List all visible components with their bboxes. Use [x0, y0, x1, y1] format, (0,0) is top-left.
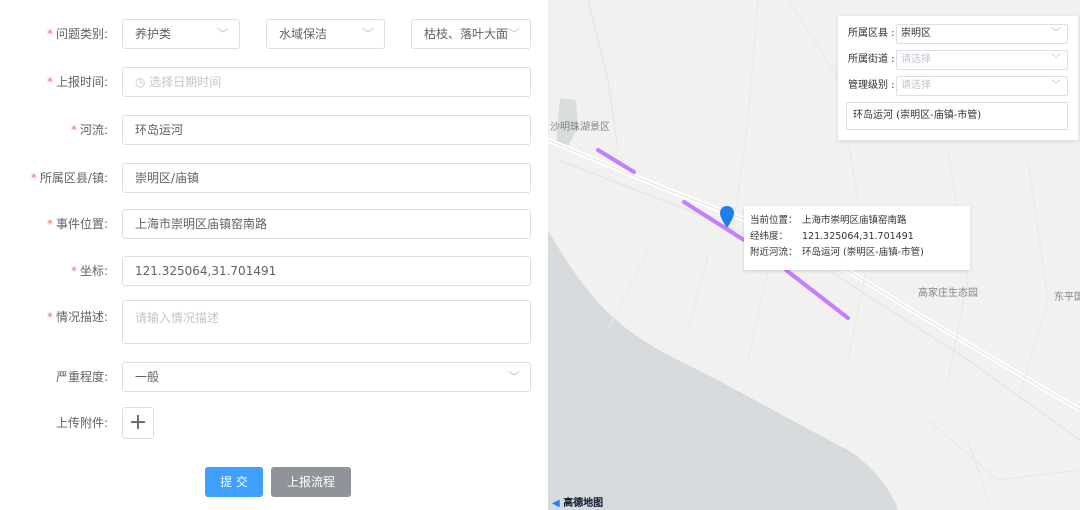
popup-lnglat-label: 经纬度： — [750, 231, 789, 242]
river-label: 河流: — [79, 123, 108, 137]
river-input[interactable]: 环岛运河 — [122, 115, 531, 145]
scenic-label: 沙明珠湖景区 — [550, 122, 610, 133]
street-filter-label: 所属街道 : — [848, 54, 895, 65]
clock-icon: ◷ — [135, 75, 150, 89]
district-row: * 所属区县/镇: 崇明区/庙镇 — [0, 163, 548, 193]
coords-input[interactable]: 121.325064,31.701491 — [122, 256, 531, 286]
location-label: 事件位置: — [55, 217, 108, 231]
location-input[interactable]: 上海市崇明区庙镇窑南路 — [122, 209, 531, 239]
level-filter-label: 管理级别 : — [848, 80, 895, 91]
district-input[interactable]: 崇明区/庙镇 — [122, 163, 531, 193]
chevron-down-icon: ﹀ — [507, 27, 520, 41]
map-filter-panel: 所属区县 : 崇明区 ﹀ 所属街道 : 请选择 ﹀ 管理级别 : 请选择 ﹀ 环岛运河… — [838, 16, 1078, 140]
road — [967, 439, 989, 501]
upload-button[interactable]: + — [122, 407, 154, 439]
road — [607, 249, 649, 331]
road — [687, 254, 709, 331]
attachment-row: 上传附件: — [0, 408, 548, 438]
attachment-label: 上传附件: — [55, 416, 108, 430]
popup-river-label: 附近河流： — [750, 247, 798, 258]
river-result-item[interactable]: 环岛运河 (崇明区-庙镇-市管) — [846, 102, 1068, 130]
category-select-2[interactable]: 水域保洁 ﹀ — [266, 19, 385, 49]
severity-select[interactable]: 一般 ﹀ — [122, 362, 531, 392]
report-form: * 问题类别: 养护类 ﹀ 水域保洁 ﹀ 枯枝、落叶大面 ﹀ * 上报时间: ◷ 选择日期… — [0, 0, 548, 510]
popup-river-value: 环岛运河 (崇明区-庙镇-市管) — [802, 247, 924, 258]
popup-position-label: 当前位置： — [750, 215, 798, 226]
district-label: 所属区县/镇: — [39, 171, 108, 185]
chevron-down-icon: ﹀ — [1051, 28, 1061, 39]
road — [1017, 159, 1049, 401]
severity-row: 严重程度: 一般 ﹀ — [0, 362, 548, 392]
chevron-down-icon: ﹀ — [361, 27, 374, 41]
chevron-down-icon: ﹀ — [1051, 80, 1061, 91]
coords-row: * 坐标: 121.325064,31.701491 — [0, 256, 548, 286]
chevron-down-icon: ﹀ — [507, 370, 520, 384]
chevron-down-icon: ﹀ — [1051, 54, 1061, 65]
category-label: 问题类别: — [55, 27, 108, 41]
road — [927, 419, 1080, 481]
coords-label: 坐标: — [79, 264, 108, 278]
description-textarea[interactable]: 请输入情况描述 — [122, 300, 531, 344]
district-filter-select[interactable]: 崇明区 ﹀ — [896, 24, 1068, 44]
plus-icon: + — [128, 410, 148, 435]
location-row: * 事件位置: 上海市崇明区庙镇窑南路 — [0, 209, 548, 239]
level-filter-select[interactable]: 请选择 ﹀ — [896, 76, 1068, 96]
category-row: * 问题类别: 养护类 ﹀ 水域保洁 ﹀ 枯枝、落叶大面 ﹀ — [0, 19, 548, 49]
road — [747, 269, 769, 361]
report-time-picker[interactable]: ◷ 选择日期时间 — [122, 67, 531, 97]
category-select-3[interactable]: 枯枝、落叶大面 ﹀ — [411, 19, 531, 49]
logo-arrow-icon: ◀ — [552, 498, 560, 509]
district-filter-label: 所属区县 : — [848, 28, 895, 39]
river-row: * 河流: 环岛运河 — [0, 115, 548, 145]
report-flow-button[interactable]: 上报流程 — [271, 467, 351, 497]
chevron-down-icon: ﹀ — [216, 27, 229, 41]
road — [732, 0, 759, 231]
park-label: 高家庄生态园 — [918, 288, 978, 299]
submit-button[interactable]: 提 交 — [205, 467, 263, 497]
location-info-popup: 当前位置： 上海市崇明区庙镇窑南路 经纬度： 121.325064,31.70149… — [744, 206, 970, 270]
popup-position-value: 上海市崇明区庙镇窑南路 — [802, 215, 907, 226]
category-select-1[interactable]: 养护类 ﹀ — [122, 19, 240, 49]
severity-label: 严重程度: — [55, 370, 108, 384]
amap-logo: ◀ 高德地图 — [552, 498, 604, 509]
street-filter-select[interactable]: 请选择 ﹀ — [896, 50, 1068, 70]
location-pin-icon[interactable] — [720, 206, 734, 228]
description-label: 情况描述: — [55, 310, 108, 324]
report-time-label: 上报时间: — [55, 75, 108, 89]
popup-lnglat-value: 121.325064,31.701491 — [802, 231, 914, 242]
report-time-row: * 上报时间: ◷ 选择日期时间 — [0, 67, 548, 97]
east-label: 东平国 — [1054, 292, 1080, 303]
